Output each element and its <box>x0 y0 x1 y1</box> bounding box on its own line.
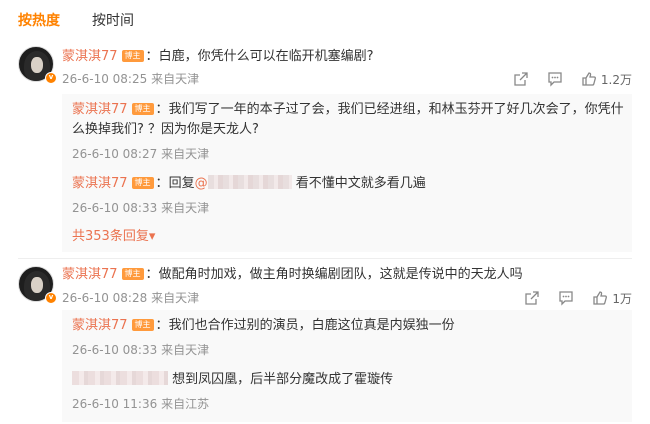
author-badge: 博主 <box>121 50 144 62</box>
reply-item: 想到凤囚凰，后半部分魔改成了霍璇传 <box>72 370 627 390</box>
username[interactable]: 蒙淇淇77 <box>62 267 118 282</box>
comment-meta: 26-6-10 08:28 来自天津 <box>62 290 199 306</box>
like-icon <box>582 72 596 86</box>
comment-icon[interactable] <box>558 290 574 306</box>
username[interactable]: 蒙淇淇77 <box>72 102 128 117</box>
like-count: 1.2万 <box>600 72 632 87</box>
more-replies-text: 共353条回复 <box>72 229 149 244</box>
location: 来自天津 <box>161 201 210 215</box>
comment-body: 蒙淇淇77 博主 ：白鹿，你凭什么可以在临开机塞编剧? <box>62 49 374 64</box>
comment-text: 白鹿，你凭什么可以在临开机塞编剧? <box>158 49 374 64</box>
timestamp: 26-6-10 08:27 <box>72 147 158 161</box>
share-icon[interactable] <box>513 71 529 87</box>
location: 来自天津 <box>151 291 200 305</box>
reply-item: 蒙淇淇77 博主 ：回复@ 看不懂中文就多看几遍 <box>72 175 426 191</box>
caret-down-icon: ▾ <box>148 229 156 244</box>
location: 来自天津 <box>161 147 210 161</box>
reply-meta: 26-6-10 08:33 来自天津 <box>72 342 209 358</box>
comment-meta: 26-6-10 08:25 来自天津 <box>62 71 199 87</box>
reply-item: 蒙淇淇77 博主 ：我们写了一年的本子过了会，我们已经进组，和林玉芬开了好几次会了，… <box>72 102 624 137</box>
reply-box: 蒙淇淇77 博主 ：我们也合作过别的演员，白鹿这位真是内娱独一份 26-6-10 0… <box>62 310 632 422</box>
author-badge: 博主 <box>131 319 154 331</box>
author-badge: 博主 <box>131 177 154 189</box>
like-count: 1万 <box>612 291 632 306</box>
reply-text: 我们也合作过别的演员，白鹿这位真是内娱独一份 <box>168 318 455 333</box>
reply-prefix: 回复 <box>168 176 195 191</box>
redacted-username <box>207 175 292 189</box>
comment-icon[interactable] <box>547 71 563 87</box>
timestamp: 26-6-10 08:33 <box>72 343 158 357</box>
location: 来自天津 <box>161 343 210 357</box>
reply-meta: 26-6-10 11:36 来自江苏 <box>72 396 209 412</box>
like-icon <box>593 291 608 305</box>
timestamp: 26-6-10 08:33 <box>72 201 158 215</box>
tab-time[interactable]: 按时间 <box>92 10 134 30</box>
comment-actions: 1万 <box>524 289 632 307</box>
comment-body: 蒙淇淇77 博主 ：做配角时加戏，做主角时换编剧团队，这就是传说中的天龙人吗 <box>62 267 523 282</box>
mention-link[interactable]: @ <box>195 176 208 191</box>
username[interactable]: 蒙淇淇77 <box>72 176 128 191</box>
verified-badge-icon: v <box>45 292 57 304</box>
author-badge: 博主 <box>121 268 144 280</box>
sort-tabs: 按热度 按时间 <box>18 8 134 32</box>
timestamp: 26-6-10 08:28 <box>62 291 148 305</box>
share-icon[interactable] <box>524 290 540 306</box>
reply-meta: 26-6-10 08:27 来自天津 <box>72 146 209 162</box>
timestamp: 26-6-10 08:25 <box>62 72 148 86</box>
location: 来自江苏 <box>161 397 210 411</box>
verified-badge-icon: v <box>45 72 57 84</box>
author-badge: 博主 <box>131 103 154 115</box>
divider <box>18 258 632 259</box>
username[interactable]: 蒙淇淇77 <box>72 318 128 333</box>
redacted-username[interactable] <box>72 371 168 385</box>
reply-box: 蒙淇淇77 博主 ：我们写了一年的本子过了会，我们已经进组，和林玉芬开了好几次会了，… <box>62 94 632 252</box>
reply-text: 看不懂中文就多看几遍 <box>295 176 426 191</box>
reply-meta: 26-6-10 08:33 来自天津 <box>72 200 209 216</box>
more-replies-link[interactable]: 共353条回复▾ <box>72 228 155 246</box>
timestamp: 26-6-10 11:36 <box>72 397 158 411</box>
like-button[interactable]: 1.2万 <box>581 71 632 88</box>
reply-text: 想到凤囚凰，后半部分魔改成了霍璇传 <box>172 372 394 387</box>
reply-item: 蒙淇淇77 博主 ：我们也合作过别的演员，白鹿这位真是内娱独一份 <box>72 318 455 333</box>
location: 来自天津 <box>151 72 200 86</box>
tab-hot[interactable]: 按热度 <box>18 10 60 30</box>
comment-text: 做配角时加戏，做主角时换编剧团队，这就是传说中的天龙人吗 <box>158 267 523 282</box>
comment-actions: 1.2万 <box>513 70 632 88</box>
like-button[interactable]: 1万 <box>592 290 632 307</box>
username[interactable]: 蒙淇淇77 <box>62 49 118 64</box>
